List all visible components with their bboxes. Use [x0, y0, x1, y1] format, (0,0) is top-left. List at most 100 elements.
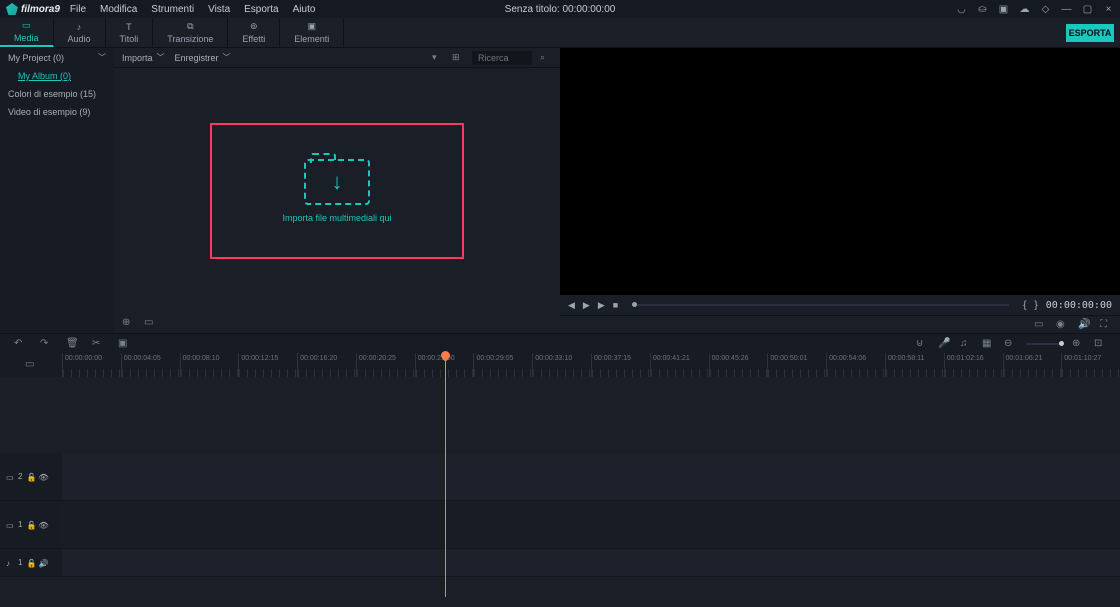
tick: 00:00:16:20 [297, 353, 356, 377]
snapshot-icon[interactable]: ◉ [1056, 319, 1068, 331]
export-button[interactable]: ESPORTA [1066, 24, 1114, 42]
main-area: My Project (0)﹀ My Album (0) Colori di e… [0, 48, 1120, 333]
tab-elements[interactable]: ▣ Elementi [280, 18, 344, 47]
inbox-icon[interactable]: ▣ [998, 4, 1009, 15]
audio-track-1[interactable]: ♪ 1 🔓 🔊 [0, 549, 1120, 577]
video-track-1[interactable]: ▭ 1 🔓 👁 [0, 501, 1120, 549]
tracks-icon[interactable]: ▭ [25, 359, 37, 371]
render-icon[interactable]: ▦ [982, 338, 994, 350]
media-bottom-bar: ⊕ ▭ [114, 313, 560, 333]
maximize-icon[interactable]: ▢ [1082, 4, 1093, 15]
lock-icon[interactable]: 🔓 [26, 521, 34, 529]
sidebar-videos[interactable]: Video di esempio (9) [0, 103, 114, 121]
cart-icon[interactable]: ⛀ [977, 4, 988, 15]
new-folder-icon[interactable]: ⊕ [122, 317, 134, 329]
monitor-icon[interactable]: ▭ [1034, 319, 1046, 331]
timeline-toolbar: ↶ ↷ 🗑 ✂ ▣ ⊍ 🎤 ♫ ▦ ⊖ ⊕ ⊡ [0, 333, 1120, 353]
redo-icon[interactable]: ↷ [40, 338, 52, 350]
record-dropdown[interactable]: Enregistrer﹀ [175, 52, 231, 63]
marker-icon[interactable]: ⊍ [916, 338, 928, 350]
import-dropdown[interactable]: Importa﹀ [122, 52, 165, 63]
window-controls: ◡ ⛀ ▣ ☁ ◇ — ▢ × [956, 4, 1114, 15]
filter-icon[interactable]: ▾ [432, 52, 444, 64]
tick: 00:00:12:15 [238, 353, 297, 377]
logo-text: filmora9 [21, 4, 60, 15]
undo-icon[interactable]: ↶ [14, 338, 26, 350]
timeline-ruler[interactable]: ▭ 00:00:00:00 00:00:04:05 00:00:08:10 00… [0, 353, 1120, 377]
mixer-icon[interactable]: ♫ [960, 338, 972, 350]
track-body[interactable] [62, 501, 1120, 548]
media-sidebar: My Project (0)﹀ My Album (0) Colori di e… [0, 48, 114, 333]
zoom-out-icon[interactable]: ⊖ [1004, 338, 1016, 350]
next-button[interactable]: ▶ [598, 300, 605, 311]
zoom-in-icon[interactable]: ⊕ [1072, 338, 1084, 350]
sidebar-album[interactable]: My Album (0) [0, 67, 114, 85]
tick: 00:00:50:01 [767, 353, 826, 377]
bell-icon[interactable]: ◇ [1040, 4, 1051, 15]
folder-icon: ▭ [20, 21, 32, 31]
menu-view[interactable]: Vista [208, 4, 230, 15]
split-icon[interactable]: ✂ [92, 338, 104, 350]
media-content: Importa﹀ Enregistrer﹀ ▾ ⊞ ⌕ ↓ Importa fi… [114, 48, 560, 333]
tab-label: Effetti [242, 34, 265, 44]
minimize-icon[interactable]: — [1061, 4, 1072, 15]
track-body[interactable] [62, 453, 1120, 500]
eye-icon[interactable]: 👁 [38, 473, 46, 481]
volume-icon[interactable]: 🔊 [1078, 319, 1090, 331]
close-icon[interactable]: × [1103, 4, 1114, 15]
track-header: ▭ 1 🔓 👁 [0, 501, 62, 548]
menu-tools[interactable]: Strumenti [151, 4, 194, 15]
menu-edit[interactable]: Modifica [100, 4, 137, 15]
mute-icon[interactable]: 🔊 [38, 559, 46, 567]
tab-label: Media [14, 33, 39, 43]
menu-help[interactable]: Aiuto [293, 4, 316, 15]
main-menu: File Modifica Strumenti Vista Esporta Ai… [70, 4, 316, 15]
folder-open-icon[interactable]: ▭ [144, 317, 156, 329]
delete-icon[interactable]: 🗑 [66, 338, 78, 350]
tab-effects[interactable]: ⊚ Effetti [228, 18, 280, 47]
lock-icon[interactable]: 🔓 [26, 559, 34, 567]
track-body[interactable] [62, 549, 1120, 576]
drop-text: Importa file multimediali qui [282, 213, 391, 223]
tab-media[interactable]: ▭ Media [0, 18, 54, 47]
preview-slider[interactable] [632, 304, 1009, 306]
tab-transition[interactable]: ⧉ Transizione [153, 18, 228, 47]
user-icon[interactable]: ◡ [956, 4, 967, 15]
eye-icon[interactable]: 👁 [38, 521, 46, 529]
crop-icon[interactable]: ▣ [118, 338, 130, 350]
prev-button[interactable]: ◀ [568, 300, 575, 311]
play-button[interactable]: ▶ [583, 300, 590, 311]
menu-export[interactable]: Esporta [244, 4, 278, 15]
media-panel: My Project (0)﹀ My Album (0) Colori di e… [0, 48, 560, 333]
tick: 00:00:20:25 [356, 353, 415, 377]
cloud-icon[interactable]: ☁ [1019, 4, 1030, 15]
lock-icon[interactable]: 🔓 [26, 473, 34, 481]
tab-audio[interactable]: ♪ Audio [54, 18, 106, 47]
grid-icon[interactable]: ⊞ [452, 52, 464, 64]
video-track-2[interactable]: ▭ 2 🔓 👁 [0, 453, 1120, 501]
fullscreen-icon[interactable]: ⛶ [1100, 319, 1112, 331]
tick: 00:00:29:05 [473, 353, 532, 377]
zoom-slider[interactable] [1026, 343, 1062, 345]
bracket-right[interactable]: } [1034, 300, 1037, 311]
search-icon[interactable]: ⌕ [540, 52, 552, 64]
preview-panel: ◀ ▶ ▶ ■ { } 00:00:00:00 ▭ ◉ 🔊 ⛶ [560, 48, 1120, 333]
stop-button[interactable]: ■ [613, 300, 618, 310]
sidebar-colors[interactable]: Colori di esempio (15) [0, 85, 114, 103]
logo-icon [6, 3, 18, 15]
menu-file[interactable]: File [70, 4, 86, 15]
sidebar-project[interactable]: My Project (0)﹀ [0, 48, 114, 67]
preview-tools: ▭ ◉ 🔊 ⛶ [560, 315, 1120, 333]
preview-timecode: 00:00:00:00 [1046, 300, 1112, 311]
ruler-ticks[interactable]: 00:00:00:00 00:00:04:05 00:00:08:10 00:0… [62, 353, 1120, 377]
playhead[interactable] [445, 353, 446, 597]
tick: 00:00:54:06 [826, 353, 885, 377]
bracket-left[interactable]: { [1023, 300, 1026, 311]
tab-titles[interactable]: T Titoli [106, 18, 154, 47]
search-input[interactable] [472, 51, 532, 65]
preview-screen[interactable] [560, 48, 1120, 295]
mic-icon[interactable]: 🎤 [938, 338, 950, 350]
zoom-fit-icon[interactable]: ⊡ [1094, 338, 1106, 350]
media-drop-area[interactable]: ↓ Importa file multimediali qui [114, 68, 560, 313]
tick: 00:00:37:15 [591, 353, 650, 377]
